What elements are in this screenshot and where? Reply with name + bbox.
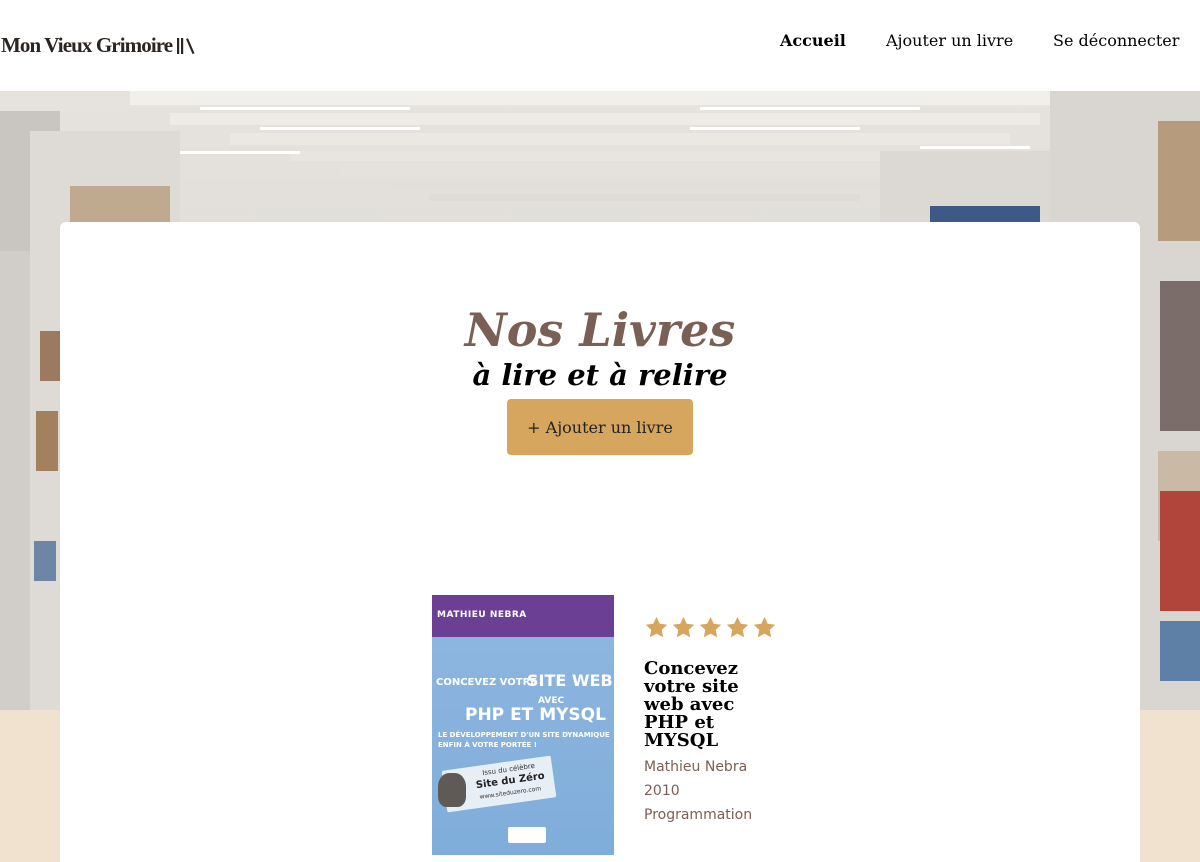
add-book-button[interactable]: + Ajouter un livre <box>507 399 693 455</box>
cover-php-mysql: PHP ET MYSQL <box>465 705 606 725</box>
cover-title-line2: SITE WEB <box>527 671 613 690</box>
page-title: Nos Livres <box>464 303 736 357</box>
star-icon <box>699 616 722 638</box>
book-title[interactable]: Concevez votre site web avec PHP et MYSQ… <box>644 660 754 750</box>
logo[interactable]: Mon Vieux Grimoire <box>1 33 196 58</box>
book-cover-image[interactable]: MATHIEU NEBRA CONCEVEZ VOTRE SITE WEB AV… <box>432 595 614 855</box>
rating-stars <box>644 615 777 640</box>
nav-add-book[interactable]: Ajouter un livre <box>886 30 1013 52</box>
publisher-logo-icon <box>508 827 546 843</box>
star-icon <box>672 616 695 638</box>
book-author: Mathieu Nebra <box>644 759 748 775</box>
books-icon <box>177 37 195 54</box>
star-icon <box>645 616 668 638</box>
site-header: Mon Vieux Grimoire Accueil Ajouter un li… <box>0 0 1200 91</box>
mascot-icon <box>438 773 466 807</box>
nav-accueil[interactable]: Accueil <box>780 30 846 52</box>
logo-text: Mon Vieux Grimoire <box>1 33 173 57</box>
cover-author: MATHIEU NEBRA <box>437 610 527 620</box>
nav-logout[interactable]: Se déconnecter <box>1053 30 1179 52</box>
page-subtitle: à lire et à relire <box>472 358 728 392</box>
book-genre: Programmation <box>644 807 753 823</box>
cover-subtitle: LE DÉVELOPPEMENT D'UN SITE DYNAMIQUE ENF… <box>438 731 610 749</box>
star-icon <box>753 616 776 638</box>
cover-title-line1: CONCEVEZ VOTRE <box>436 677 538 688</box>
book-year: 2010 <box>644 783 680 799</box>
star-icon <box>726 616 749 638</box>
